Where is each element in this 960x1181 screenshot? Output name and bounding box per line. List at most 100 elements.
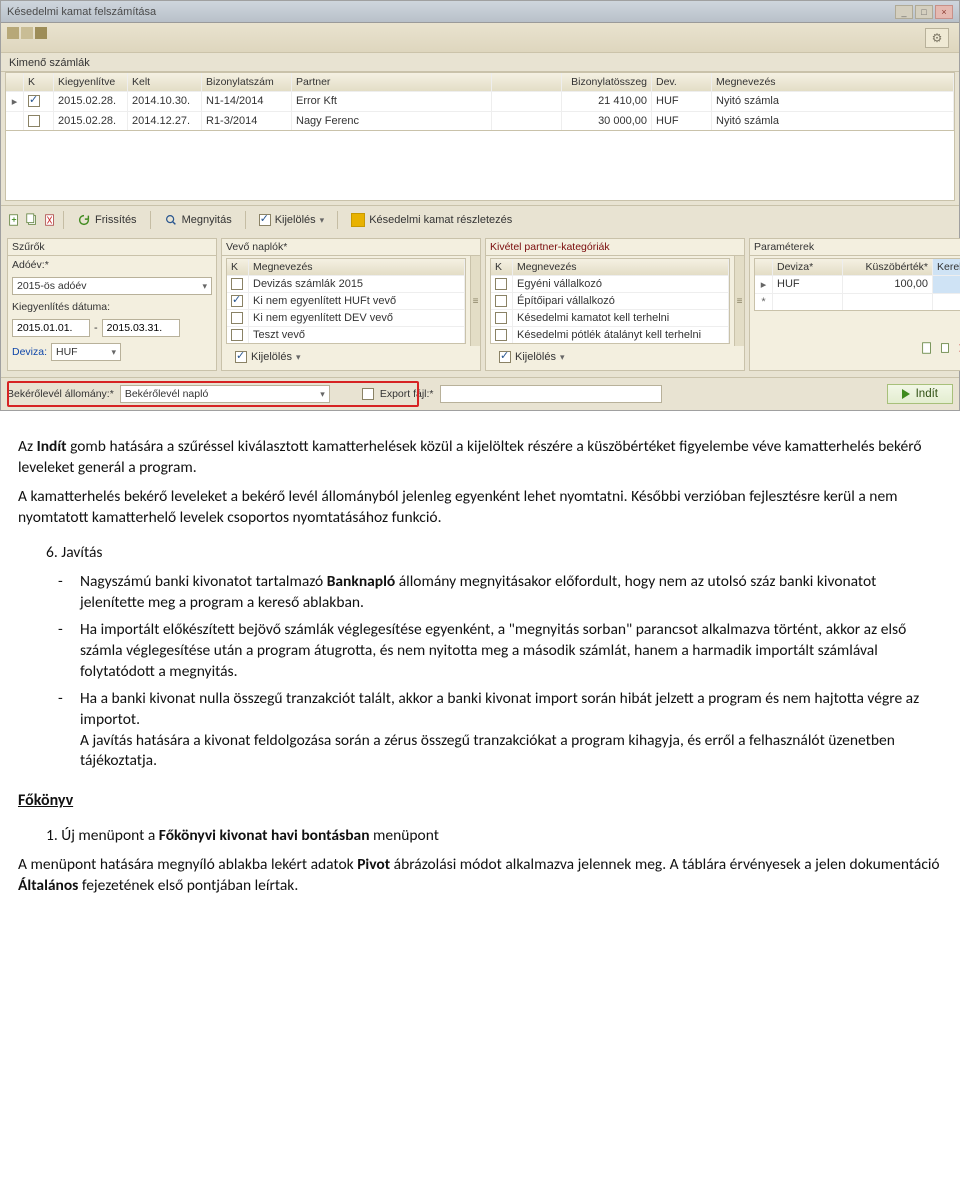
select-label: Kijelölés (275, 214, 316, 226)
select-dropdown[interactable]: Kijelölés (252, 211, 332, 229)
col-partner[interactable]: Partner (292, 73, 492, 91)
doc-text: Az (18, 437, 37, 456)
minimize-button[interactable]: _ (895, 5, 913, 19)
row-checkbox[interactable] (495, 295, 507, 307)
row-checkbox[interactable] (495, 329, 507, 341)
date-to-input[interactable] (102, 319, 180, 337)
col-k[interactable]: K (491, 259, 513, 275)
panel-szurok-caption: Szűrők (8, 239, 216, 256)
cell-bizszam: N1-14/2014 (202, 92, 292, 111)
copy-icon[interactable] (938, 341, 952, 355)
open-button[interactable]: Megnyitás (157, 210, 239, 230)
close-button[interactable]: × (935, 5, 953, 19)
param-row[interactable]: ▸ HUF 100,00 5 (755, 275, 960, 293)
new-icon[interactable] (920, 341, 934, 355)
vevo-naplok-list[interactable]: K Megnevezés Devizás számlák 2015 Ki nem… (226, 258, 466, 344)
list-item[interactable]: Ki nem egyenlített DEV vevő (227, 309, 465, 326)
row-checkbox[interactable] (231, 295, 243, 307)
new-file-icon[interactable] (7, 213, 21, 227)
item-label: Devizás számlák 2015 (249, 276, 465, 292)
delete-icon[interactable] (956, 341, 960, 355)
cell-kerek (933, 294, 960, 310)
grid-row[interactable]: ▸ 2015.02.28. 2014.10.30. N1-14/2014 Err… (6, 91, 954, 111)
select-dropdown[interactable]: Kijelölés (492, 348, 572, 366)
bottom-bar: Bekérőlevél állomány:* Bekérőlevél napló… (1, 377, 959, 410)
col-deviza[interactable]: Deviza* (773, 259, 843, 275)
row-checkbox[interactable] (231, 278, 243, 290)
maximize-button[interactable]: □ (915, 5, 933, 19)
param-grid[interactable]: Deviza* Küszöbérték* Kerekítés* ▸ HUF 10… (754, 258, 960, 311)
list-item[interactable]: Devizás számlák 2015 (227, 275, 465, 292)
deviza-combo[interactable]: HUF (51, 343, 121, 361)
col-bizonylatszam[interactable]: Bizonylatszám (202, 73, 292, 91)
list-item[interactable]: Ki nem egyenlített HUFt vevő (227, 292, 465, 309)
cell-kelt: 2014.10.30. (128, 92, 202, 111)
item-label: Ki nem egyenlített HUFt vevő (249, 293, 465, 309)
open-icon (164, 213, 178, 227)
col-kuszob[interactable]: Küszöbérték* (843, 259, 933, 275)
select-dropdown[interactable]: Kijelölés (228, 348, 308, 366)
col-deviza[interactable]: Dev. (652, 73, 712, 91)
cell-megnev: Nyitó számla (712, 92, 954, 111)
export-path-input[interactable] (440, 385, 663, 403)
grid-header: K Kiegyenlítve Kelt Bizonylatszám Partne… (6, 73, 954, 91)
bekero-combo[interactable]: Bekérőlevél napló (120, 385, 330, 403)
refresh-button[interactable]: Frissítés (70, 210, 144, 230)
param-row[interactable]: * (755, 293, 960, 310)
kivetel-list[interactable]: K Megnevezés Egyéni vállalkozó Építőipar… (490, 258, 730, 344)
row-checkbox[interactable] (231, 329, 243, 341)
row-checkbox[interactable] (28, 95, 40, 107)
doc-heading-fokonyv: Főkönyv (18, 790, 942, 812)
export-checkbox[interactable] (362, 388, 374, 400)
adoev-value: 2015-ös adóév (17, 280, 86, 292)
scroll-handle-icon[interactable]: ≡ (734, 256, 744, 346)
col-kelt[interactable]: Kelt (128, 73, 202, 91)
col-k[interactable]: K (227, 259, 249, 275)
scroll-handle-icon[interactable]: ≡ (470, 256, 480, 346)
list-item[interactable]: Késedelmi kamatot kell terhelni (491, 309, 729, 326)
app-window: Késedelmi kamat felszámítása _ □ × ⚙ Kim… (0, 0, 960, 411)
doc-text: A javítás hatására a kivonat feldolgozás… (80, 731, 895, 771)
checkbox-icon (259, 214, 271, 226)
col-megnevezes[interactable]: Megnevezés (712, 73, 954, 91)
settings-button[interactable]: ⚙ (925, 28, 949, 48)
row-checkbox[interactable] (495, 278, 507, 290)
row-checkbox[interactable] (231, 312, 243, 324)
panel-param-caption: Paraméterek (750, 239, 960, 256)
row-indicator-icon (6, 112, 24, 130)
interest-detail-button[interactable]: Késedelmi kamat részletezés (344, 210, 519, 230)
row-checkbox[interactable] (495, 312, 507, 324)
col-megnev[interactable]: Megnevezés (513, 259, 729, 275)
col-k[interactable]: K (24, 73, 54, 91)
grid-row[interactable]: 2015.02.28. 2014.12.27. R1-3/2014 Nagy F… (6, 111, 954, 130)
col-megnev[interactable]: Megnevezés (249, 259, 465, 275)
col-bizonylatosszeg[interactable]: Bizonylatösszeg (562, 73, 652, 91)
item-label: Építőipari vállalkozó (513, 293, 729, 309)
doc-bold: Általános (18, 876, 78, 895)
panel-kivetel-caption: Kivétel partner-kategóriák (486, 239, 744, 256)
copy-file-icon[interactable] (25, 213, 39, 227)
doc-text: A menüpont hatására megnyíló ablakba lek… (18, 855, 357, 874)
date-from-input[interactable] (12, 319, 90, 337)
col-kerekites[interactable]: Kerekítés* (933, 259, 960, 275)
doc-paragraph: A menüpont hatására megnyíló ablakba lek… (18, 855, 942, 897)
col-kiegyenlitve[interactable]: Kiegyenlítve (54, 73, 128, 91)
list-item[interactable]: Teszt vevő (227, 326, 465, 343)
adoev-combo[interactable]: 2015-ös adóév (12, 277, 212, 295)
doc-list-item: Ha importált előkészített bejövő számlák… (58, 620, 942, 683)
cell-dev: HUF (773, 276, 843, 293)
bekero-label: Bekérőlevél állomány:* (7, 388, 114, 400)
indit-button[interactable]: Indít (887, 384, 953, 404)
play-icon (902, 389, 910, 399)
panel-vevo-naplok: Vevő naplók* K Megnevezés Devizás számlá… (221, 238, 481, 371)
panel-szurok: Szűrők Adóév:* 2015-ös adóév Kiegyenlíté… (7, 238, 217, 371)
export-label: Export fájl:* (380, 388, 434, 400)
item-label: Egyéni vállalkozó (513, 276, 729, 292)
doc-list-item: Ha a banki kivonat nulla összegű tranzak… (58, 689, 942, 773)
list-item[interactable]: Késedelmi pótlék átalányt kell terhelni (491, 326, 729, 343)
invoices-grid[interactable]: K Kiegyenlítve Kelt Bizonylatszám Partne… (5, 72, 955, 131)
list-item[interactable]: Építőipari vállalkozó (491, 292, 729, 309)
delete-file-icon[interactable] (43, 213, 57, 227)
row-checkbox[interactable] (28, 115, 40, 127)
list-item[interactable]: Egyéni vállalkozó (491, 275, 729, 292)
